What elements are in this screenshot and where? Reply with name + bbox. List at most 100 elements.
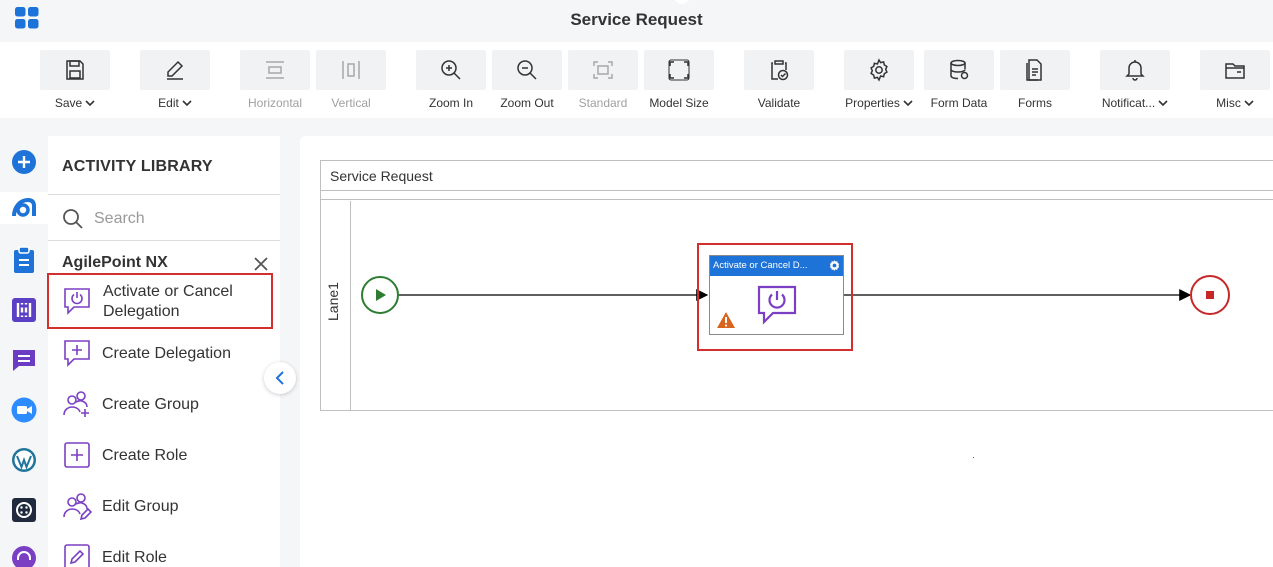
forms-label: Forms [1018, 96, 1052, 110]
rail-wordpress[interactable] [8, 444, 40, 476]
power-chat-icon [64, 288, 90, 315]
properties-button[interactable]: Properties [844, 50, 914, 116]
validate-button[interactable]: Validate [744, 50, 814, 116]
title-notch [674, 0, 690, 4]
warning-icon [717, 312, 735, 328]
chevron-down-icon [1244, 100, 1254, 107]
activity-label: Create Group [102, 396, 199, 413]
rail-headset[interactable] [8, 542, 40, 567]
agilepoint-icon [12, 197, 36, 217]
activity-edit-group[interactable]: Edit Group [48, 483, 280, 531]
notifications-button[interactable]: Notificat... [1100, 50, 1170, 116]
model-size-label: Model Size [649, 96, 709, 110]
rail-dial[interactable] [8, 494, 40, 526]
activity-create-delegation[interactable]: Create Delegation [48, 330, 280, 378]
zoom-in-icon [441, 60, 461, 80]
activity-activate-cancel-delegation[interactable]: Activate or Cancel Delegation [47, 273, 273, 329]
edit-label: Edit [158, 96, 179, 110]
library-search [48, 196, 280, 240]
users-edit-icon [63, 493, 92, 521]
task-title: Activate or Cancel D... [713, 260, 808, 271]
zoom-out-icon [517, 60, 537, 80]
collapse-library-button[interactable] [264, 362, 296, 394]
zoom-in-label: Zoom In [428, 96, 473, 110]
activity-create-group[interactable]: Create Group [48, 381, 280, 429]
misc-label: Misc [1216, 96, 1241, 110]
pool[interactable]: Service Request Lane1 Activate or Cancel… [320, 160, 1273, 411]
activity-label: Delegation [103, 303, 180, 320]
chat-icon [13, 350, 35, 371]
close-icon[interactable] [253, 256, 269, 272]
activity-label: Activate or Cancel [103, 283, 233, 300]
forms-icon [1026, 59, 1042, 81]
chevron-down-icon [1158, 100, 1168, 107]
edit-square-icon [64, 544, 90, 567]
form-data-label: Form Data [930, 96, 988, 110]
end-event[interactable] [1190, 275, 1230, 315]
start-event[interactable] [361, 276, 399, 314]
standard-button[interactable]: Standard [568, 50, 638, 116]
rail-add[interactable] [8, 146, 40, 178]
bell-icon [1125, 60, 1145, 81]
activity-label: Create Delegation [102, 345, 231, 362]
gear-icon [870, 58, 888, 82]
folder-icon [1225, 63, 1245, 79]
app-rail [0, 140, 48, 567]
rail-clipboard[interactable] [8, 244, 40, 276]
page-title: Service Request [570, 10, 703, 29]
library-title: ACTIVITY LIBRARY [62, 158, 213, 175]
model-size-button[interactable]: Model Size [644, 50, 714, 116]
misc-button[interactable]: Misc [1200, 50, 1270, 116]
activity-edit-role[interactable]: Edit Role [48, 534, 280, 567]
group-title: AgilePoint NX [62, 254, 168, 271]
forms-button[interactable]: Forms [1000, 50, 1070, 116]
vertical-button[interactable]: Vertical [316, 50, 386, 116]
zoom-in-button[interactable]: Zoom In [416, 50, 486, 116]
gear-icon[interactable] [828, 259, 841, 272]
activity-create-role[interactable]: Create Role [48, 432, 280, 480]
save-icon [66, 60, 84, 80]
toolbar: Save Edit Horizontal Vertical Zoom In Zo… [0, 42, 1273, 118]
task-header: Activate or Cancel D... [710, 256, 843, 276]
clipboard-icon [14, 246, 34, 273]
save-label: Save [54, 96, 83, 110]
fit-screen-icon [668, 59, 690, 81]
validate-label: Validate [757, 96, 801, 110]
align-vertical-icon [342, 61, 360, 79]
activity-library-panel: ACTIVITY LIBRARY AgilePoint NX Activate … [47, 136, 280, 567]
chevron-down-icon [182, 100, 192, 107]
process-canvas[interactable]: Service Request Lane1 Activate or Cancel… [300, 136, 1273, 567]
edit-button[interactable]: Edit [140, 50, 210, 116]
chevron-left-icon [275, 371, 284, 385]
canvas-dot [973, 457, 974, 458]
save-button[interactable]: Save [40, 50, 110, 116]
database-icon [950, 59, 969, 80]
app-window: Service Request Save Edit Horizontal Ver… [0, 0, 1273, 567]
activity-label: Edit Group [102, 498, 179, 515]
video-icon [11, 397, 37, 423]
stop-icon [1206, 291, 1214, 299]
vertical-label: Vertical [331, 96, 371, 110]
properties-label: Properties [845, 96, 900, 110]
plus-chat-icon [64, 340, 90, 367]
rail-chat[interactable] [8, 344, 40, 376]
form-data-button[interactable]: Form Data [924, 50, 994, 116]
validate-icon [771, 60, 789, 81]
notifications-label: Notificat... [1101, 96, 1156, 110]
zoom-out-button[interactable]: Zoom Out [492, 50, 562, 116]
rail-integration[interactable] [8, 294, 40, 326]
standard-size-icon [593, 61, 613, 79]
rail-agilepoint[interactable] [0, 192, 48, 224]
zoom-out-label: Zoom Out [500, 96, 554, 110]
divider [48, 194, 280, 195]
search-input[interactable] [94, 206, 264, 232]
horizontal-button[interactable]: Horizontal [240, 50, 310, 116]
search-icon [63, 209, 83, 229]
dial-icon [12, 498, 36, 522]
wordpress-icon [12, 448, 36, 472]
task-activate-cancel-delegation[interactable]: Activate or Cancel D... [709, 255, 844, 335]
rail-video[interactable] [8, 394, 40, 426]
activity-label: Create Role [102, 447, 188, 464]
integration-icon [12, 298, 36, 322]
headset-icon [12, 546, 36, 567]
